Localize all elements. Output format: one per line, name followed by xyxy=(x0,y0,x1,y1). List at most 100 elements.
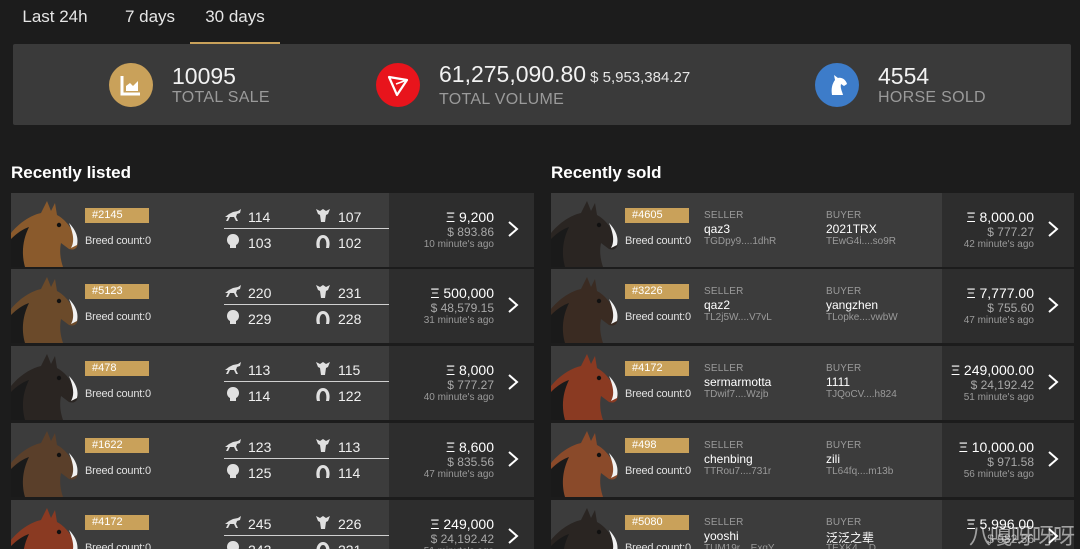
chart-icon xyxy=(109,62,153,107)
buyer-label: BUYER xyxy=(826,517,862,528)
seller-name[interactable]: qaz3 xyxy=(704,222,730,236)
breed-count: Breed count:0 xyxy=(625,311,691,323)
price-box: Ξ 8,000.00 $ 777.27 42 minute's ago xyxy=(942,193,1074,267)
price-trx: Ξ 10,000.00 xyxy=(958,439,1034,455)
buyer-address[interactable]: TEXK4....D xyxy=(826,543,876,549)
price-trx: Ξ 8,000.00 xyxy=(966,209,1034,225)
buyer-address[interactable]: TJQoCV....h824 xyxy=(826,389,897,400)
speed-icon xyxy=(224,360,242,379)
stamina-stat: 229 xyxy=(224,309,271,328)
luck-icon xyxy=(314,386,332,405)
horse-id-badge: #478 xyxy=(85,361,149,376)
listed-row[interactable]: #5123 Breed count:0 220 231 229 228 Ξ 500,000 $… xyxy=(11,269,534,343)
buyer-address[interactable]: TEwG4i....so9R xyxy=(826,236,896,247)
seller-name[interactable]: sermarmotta xyxy=(704,375,771,389)
seller-label: SELLER xyxy=(704,440,744,451)
speed-icon xyxy=(224,207,242,226)
price-box: Ξ 8,000 $ 777.27 40 minute's ago xyxy=(389,346,534,420)
horse-image xyxy=(11,500,83,549)
buyer-name[interactable]: yangzhen xyxy=(826,298,878,312)
stamina-icon xyxy=(224,386,242,405)
price-usd: $ 893.86 xyxy=(447,225,494,239)
strength-stat: 107 xyxy=(314,207,361,226)
listed-row[interactable]: #4172 Breed count:0 245 226 243 221 Ξ 249,000$… xyxy=(11,500,534,549)
stamina-icon xyxy=(224,540,242,549)
breed-count: Breed count:0 xyxy=(625,465,691,477)
tab-7-days[interactable]: 7 days xyxy=(110,0,190,44)
sold-row[interactable]: #3226 Breed count:0 SELLER qaz2 TL2j5W....V7… xyxy=(551,269,1074,343)
watermark: 八嘎呀呀呀 xyxy=(968,525,1075,549)
luck-icon xyxy=(314,540,332,549)
marketplace-page: Last 24h 7 days 30 days 10095 TOTAL SALE… xyxy=(0,0,1080,549)
stamina-stat: 114 xyxy=(224,386,270,405)
horse-image xyxy=(551,423,623,497)
horse-id-badge: #4172 xyxy=(625,361,689,376)
horse-image xyxy=(11,423,83,497)
price-box: Ξ 249,000.00 $ 24,192.42 51 minute's ago xyxy=(942,346,1074,420)
chevron-right-icon xyxy=(1048,221,1059,237)
sold-row[interactable]: #4605 Breed count:0 SELLER qaz3 TGDpy9....1d… xyxy=(551,193,1074,267)
listed-time: 47 minute's ago xyxy=(423,469,494,480)
strength-icon xyxy=(314,283,332,302)
tab-last-24h[interactable]: Last 24h xyxy=(0,0,110,44)
horse-image xyxy=(11,269,83,343)
seller-address[interactable]: TDwif7....Wzjb xyxy=(704,389,768,400)
horse-id-badge: #4172 xyxy=(85,515,149,530)
buyer-address[interactable]: TL64fq....m13b xyxy=(826,466,893,477)
stats-divider xyxy=(224,304,392,305)
price-usd: $ 24,192.42 xyxy=(970,378,1034,392)
stats-panel: 10095 TOTAL SALE 61,275,090.80 $ 5,953,38… xyxy=(13,44,1071,125)
chevron-right-icon xyxy=(1048,374,1059,390)
speed-icon xyxy=(224,437,242,456)
time-range-tabs: Last 24h 7 days 30 days xyxy=(0,0,1080,44)
chevron-right-icon xyxy=(1048,297,1059,313)
strength-icon xyxy=(314,207,332,226)
speed-stat: 113 xyxy=(224,360,270,379)
price-trx: Ξ 249,000 xyxy=(430,516,494,532)
strength-stat: 113 xyxy=(314,437,360,456)
price-usd: $ 755.60 xyxy=(987,301,1034,315)
stats-divider xyxy=(224,458,392,459)
buyer-label: BUYER xyxy=(826,363,862,374)
buyer-address[interactable]: TLopke....vwbW xyxy=(826,312,898,323)
stamina-stat: 125 xyxy=(224,463,271,482)
seller-name[interactable]: yooshi xyxy=(704,529,739,543)
seller-name[interactable]: chenbing xyxy=(704,452,753,466)
tab-30-days[interactable]: 30 days xyxy=(190,0,280,44)
chevron-right-icon xyxy=(508,528,519,544)
price-usd: $ 777.27 xyxy=(987,225,1034,239)
sold-row[interactable]: #498 Breed count:0 SELLER chenbing TTRou7...… xyxy=(551,423,1074,497)
price-trx: Ξ 500,000 xyxy=(430,285,494,301)
buyer-name[interactable]: 1111 xyxy=(826,375,850,389)
listed-row[interactable]: #2145 Breed count:0 114 107 103 102 Ξ 9,200 $ 8… xyxy=(11,193,534,267)
luck-icon xyxy=(314,309,332,328)
stamina-icon xyxy=(224,233,242,252)
luck-stat: 122 xyxy=(314,386,361,405)
listed-time: 31 minute's ago xyxy=(423,315,494,326)
tron-icon xyxy=(376,62,420,107)
horse-id-badge: #2145 xyxy=(85,208,149,223)
strength-stat: 231 xyxy=(314,283,361,302)
breed-count: Breed count:0 xyxy=(85,311,151,323)
sold-row[interactable]: #4172 Breed count:0 SELLER sermarmotta TDwif… xyxy=(551,346,1074,420)
stats-divider xyxy=(224,228,392,229)
listed-row[interactable]: #1622 Breed count:0 123 113 125 114 Ξ 8,600 $ 8… xyxy=(11,423,534,497)
price-box: Ξ 7,777.00 $ 755.60 47 minute's ago xyxy=(942,269,1074,343)
seller-address[interactable]: TL2j5W....V7vL xyxy=(704,312,772,323)
seller-address[interactable]: TTRou7....731r xyxy=(704,466,771,477)
luck-stat: 228 xyxy=(314,309,361,328)
recently-listed-title: Recently listed xyxy=(11,163,131,182)
chevron-right-icon xyxy=(508,221,519,237)
horse-image xyxy=(551,269,623,343)
horse-id-badge: #3226 xyxy=(625,284,689,299)
buyer-name[interactable]: 2021TRX xyxy=(826,222,877,236)
luck-icon xyxy=(314,233,332,252)
buyer-name[interactable]: zili xyxy=(826,452,840,466)
seller-name[interactable]: qaz2 xyxy=(704,298,730,312)
seller-address[interactable]: TUM19r....ExqY xyxy=(704,543,775,549)
chevron-right-icon xyxy=(508,297,519,313)
listed-row[interactable]: #478 Breed count:0 113 115 114 122 Ξ 8,000 $ 77… xyxy=(11,346,534,420)
luck-stat: 102 xyxy=(314,233,361,252)
price-usd: $ 48,579.15 xyxy=(430,301,494,315)
seller-address[interactable]: TGDpy9....1dhR xyxy=(704,236,776,247)
